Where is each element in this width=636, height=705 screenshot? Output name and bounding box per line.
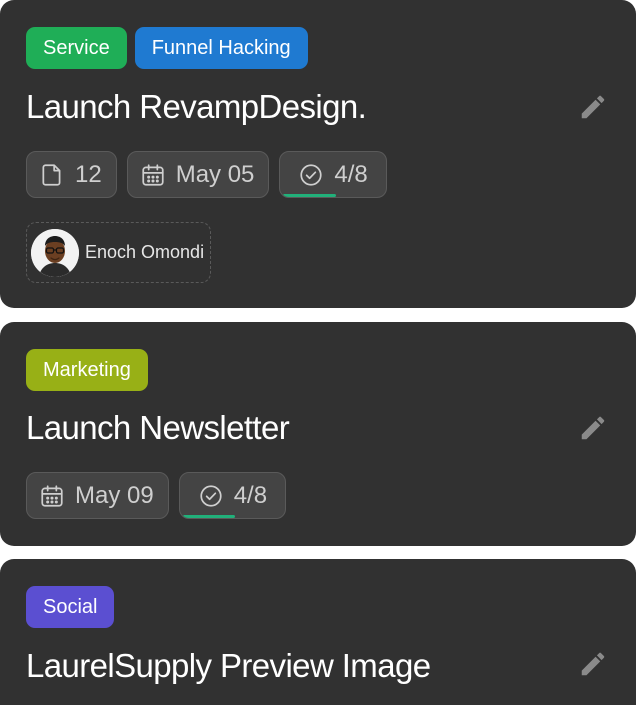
checklist-progress-bar (283, 194, 385, 197)
task-title[interactable]: Launch Newsletter (26, 409, 290, 447)
pencil-icon[interactable] (578, 92, 608, 122)
due-date-chip[interactable]: May 09 (26, 472, 169, 519)
files-chip[interactable]: 12 (26, 151, 117, 198)
task-meta: May 09 4/8 (26, 472, 287, 519)
task-title[interactable]: Launch RevampDesign. (26, 88, 367, 126)
due-date: May 05 (175, 160, 255, 188)
checklist-progress: 4/8 (233, 481, 268, 509)
checklist-progress-fill (283, 194, 337, 197)
tag-marketing[interactable]: Marketing (26, 349, 148, 391)
checklist-progress: 4/8 (334, 160, 368, 188)
checklist-chip[interactable]: 4/8 (279, 151, 387, 198)
calendar-icon (41, 484, 63, 507)
files-count: 12 (75, 160, 102, 188)
check-circle-icon (300, 163, 323, 186)
pencil-icon[interactable] (578, 649, 608, 679)
assignee-name: Enoch Omondi (85, 242, 205, 262)
task-card[interactable]: Service Funnel Hacking Launch RevampDesi… (0, 0, 636, 308)
checklist-progress-fill (182, 515, 236, 518)
due-date: May 09 (75, 481, 154, 509)
task-title[interactable]: LaurelSupply Preview Image (26, 647, 431, 685)
tag-social[interactable]: Social (26, 586, 115, 628)
assignee[interactable]: Enoch Omondi (26, 222, 212, 283)
tag-service[interactable]: Service (26, 27, 127, 69)
task-meta: 12 May 05 4/8 (26, 151, 387, 198)
tag-funnel-hacking[interactable]: Funnel Hacking (134, 27, 308, 69)
due-date-chip[interactable]: May 05 (126, 151, 270, 198)
tag-list: Social (26, 586, 115, 628)
task-board: Service Funnel Hacking Launch RevampDesi… (0, 0, 636, 705)
checklist-chip[interactable]: 4/8 (178, 472, 287, 519)
calendar-icon (142, 163, 164, 186)
file-icon (42, 163, 61, 186)
task-card[interactable]: Marketing Launch Newsletter May 09 4/8 (0, 322, 636, 546)
check-circle-icon (200, 484, 222, 507)
pencil-icon[interactable] (578, 413, 608, 443)
avatar (31, 228, 79, 277)
task-card[interactable]: Social LaurelSupply Preview Image (0, 559, 636, 705)
checklist-progress-bar (182, 515, 285, 518)
tag-list: Service Funnel Hacking (26, 27, 308, 69)
tag-list: Marketing (26, 349, 148, 391)
